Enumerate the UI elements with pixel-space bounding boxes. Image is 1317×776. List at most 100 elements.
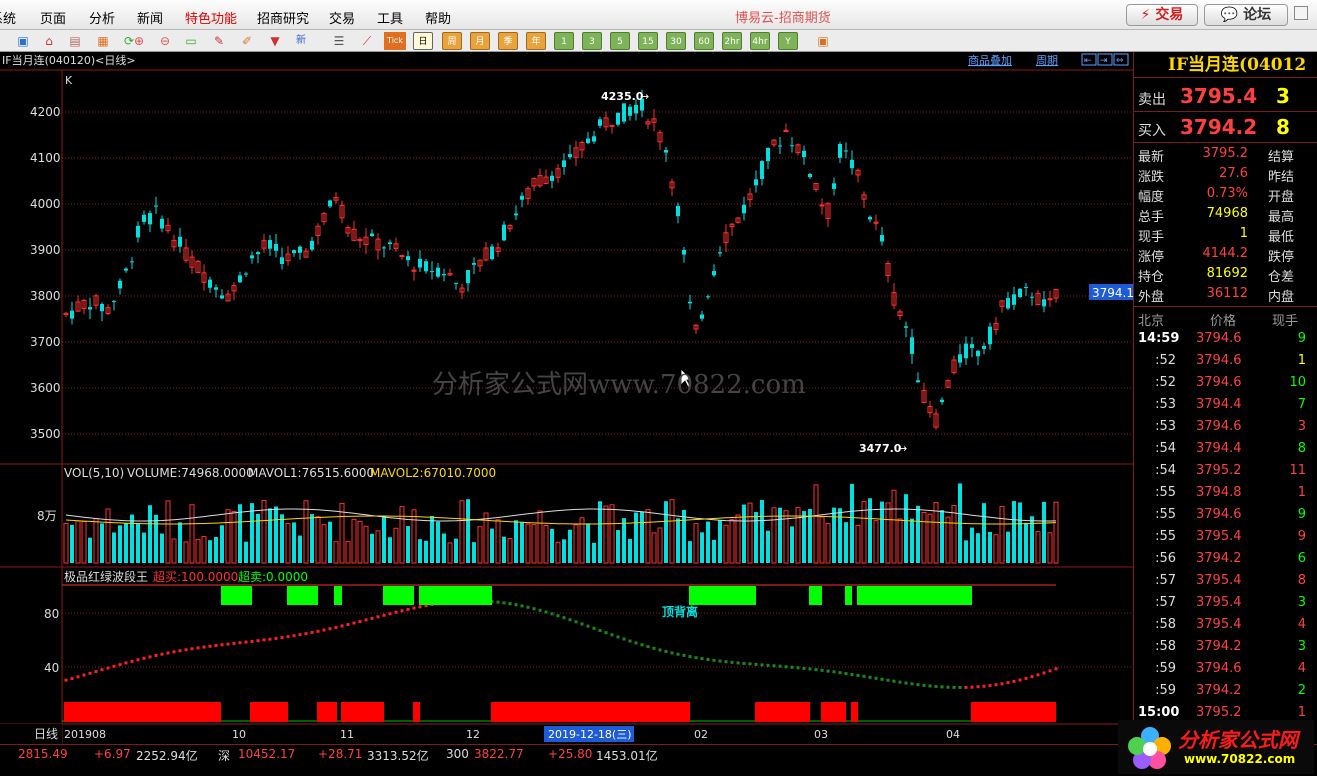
period-4hr[interactable]: 4hr <box>750 32 770 50</box>
candle-body-down <box>706 296 710 298</box>
tick-vol: 8 <box>1297 441 1306 456</box>
volume-bar-up <box>165 500 171 564</box>
tick-time: :58 <box>1155 617 1176 632</box>
period-quarter[interactable]: 季 <box>498 32 518 50</box>
oscillator-dot <box>82 673 86 677</box>
period-15[interactable]: 15 <box>638 32 658 50</box>
volume-bar-down <box>406 526 410 563</box>
period-link[interactable]: 周期 <box>1036 54 1058 67</box>
oscillator-dot <box>508 602 512 606</box>
oscillator-dot <box>418 605 422 609</box>
arrow-left-icon[interactable]: ⇤ <box>1084 56 1092 66</box>
volume-bar-down <box>1024 522 1028 563</box>
period-year[interactable]: 年 <box>526 32 546 50</box>
filter-icon[interactable]: ▼ <box>266 32 284 50</box>
menu-news[interactable]: 新闻 <box>137 8 163 27</box>
candle-body-down <box>280 257 284 265</box>
menu-analysis[interactable]: 分析 <box>89 8 115 27</box>
oscillator-dot <box>154 653 158 657</box>
window-control[interactable] <box>1294 6 1308 20</box>
oscillator-dot <box>784 665 788 669</box>
volume-bar-up <box>657 527 663 564</box>
period-custom[interactable]: Y <box>778 32 798 50</box>
overlay-link[interactable]: 商品叠加 <box>968 53 1012 67</box>
forum-button[interactable]: 💬 论坛 <box>1204 4 1288 26</box>
volume-bar-down <box>916 505 920 563</box>
oscillator-dot <box>340 624 344 628</box>
chart-area[interactable]: IF当月连(040120)<日线> 商品叠加 周期 ⇤ ⇥ ⇔ K 4200 41… <box>0 52 1133 744</box>
tick-price: 3794.2 <box>1196 639 1242 654</box>
volume-bar-down <box>388 537 392 563</box>
candle-body-down <box>442 274 446 276</box>
arrow-expand-icon[interactable]: ⇔ <box>1116 56 1124 66</box>
volume-bar-down <box>274 506 278 563</box>
oscillator-dot <box>688 655 692 659</box>
candle-body-down <box>220 295 224 299</box>
nav-arrows[interactable]: ⇤ ⇥ ⇔ <box>1081 53 1129 66</box>
period-5[interactable]: 5 <box>610 32 630 50</box>
new-icon[interactable]: 新 <box>292 32 310 50</box>
high-arrow-icon: → <box>640 90 649 103</box>
quote-label: 持仓 <box>1138 270 1165 285</box>
status-item: 10452.17 <box>238 747 296 761</box>
tick-row: :53 3794.4 7 <box>1134 394 1317 416</box>
film-icon[interactable]: ▦ <box>94 32 112 50</box>
menu-help[interactable]: 帮助 <box>425 8 451 27</box>
menu-system[interactable]: 系统 <box>0 8 16 27</box>
volume-bar-down <box>160 533 164 563</box>
candle-body-down <box>676 206 680 217</box>
tick-icon[interactable]: Tick <box>384 32 406 50</box>
menu-special[interactable]: 特色功能 <box>185 8 237 27</box>
period-day[interactable]: 日 <box>413 32 433 50</box>
oscillator-dot <box>802 666 806 670</box>
monitor-icon[interactable]: ▣ <box>14 32 32 50</box>
volume-bar-up <box>543 525 549 564</box>
volume-bar-down <box>490 528 494 563</box>
tick-row: :52 3794.6 1 <box>1134 350 1317 372</box>
quote-right-label: 内盘 <box>1268 290 1295 305</box>
volume-bar-down <box>976 533 980 563</box>
volume-bar-up <box>555 541 561 564</box>
period-week[interactable]: 周 <box>442 32 462 50</box>
high-label: 4235.0 <box>601 90 644 103</box>
candle-body-down <box>514 213 518 216</box>
period-1[interactable]: 1 <box>554 32 574 50</box>
window-icon[interactable]: ▭ <box>182 32 200 50</box>
tick-vol: 9 <box>1297 507 1306 522</box>
folder-icon[interactable]: ▤ <box>66 32 84 50</box>
calendar-icon[interactable]: ▣ <box>814 32 832 50</box>
status-item: +6.97 <box>94 747 131 761</box>
oscillator-dot <box>910 682 914 686</box>
oscillator-dot <box>928 684 932 688</box>
tick-price: 3795.4 <box>1196 573 1242 588</box>
period-30[interactable]: 30 <box>666 32 686 50</box>
trade-button[interactable]: ⚡ 交易 <box>1126 4 1198 26</box>
green-band-block <box>809 586 822 605</box>
period-60[interactable]: 60 <box>694 32 714 50</box>
oscillator-dot <box>814 668 818 672</box>
pen-icon[interactable]: ✎ <box>210 32 228 50</box>
tick-vol: 9 <box>1297 331 1306 346</box>
kline-chart[interactable]: IF当月连(040120)<日线> 商品叠加 周期 ⇤ ⇥ ⇔ K 4200 41… <box>0 52 1133 744</box>
menu-trade[interactable]: 交易 <box>329 8 355 27</box>
candle-body-down <box>1012 294 1016 305</box>
zoom-out-icon[interactable]: ⊖ <box>156 32 174 50</box>
table-icon[interactable]: ☰ <box>330 32 348 50</box>
tick-row: :56 3794.2 6 <box>1134 548 1317 570</box>
period-2hr[interactable]: 2hr <box>722 32 742 50</box>
menu-page[interactable]: 页面 <box>40 8 66 27</box>
menu-research[interactable]: 招商研究 <box>257 8 309 27</box>
candle-body-down <box>616 112 620 125</box>
period-3[interactable]: 3 <box>582 32 602 50</box>
oscillator-dot <box>922 683 926 687</box>
trend-icon[interactable]: ⟋ <box>358 32 376 50</box>
arrow-right-icon[interactable]: ⇥ <box>1100 56 1108 66</box>
oscillator-dot <box>214 644 218 648</box>
menu-tools[interactable]: 工具 <box>377 8 403 27</box>
tick-row: :59 3794.6 4 <box>1134 658 1317 680</box>
draw-icon[interactable]: ✐ <box>238 32 256 50</box>
period-month[interactable]: 月 <box>470 32 490 50</box>
oscillator-dot <box>88 671 92 675</box>
home-icon[interactable]: ⌂ <box>40 32 58 50</box>
zoom-in-icon[interactable]: ⊕ <box>130 32 148 50</box>
